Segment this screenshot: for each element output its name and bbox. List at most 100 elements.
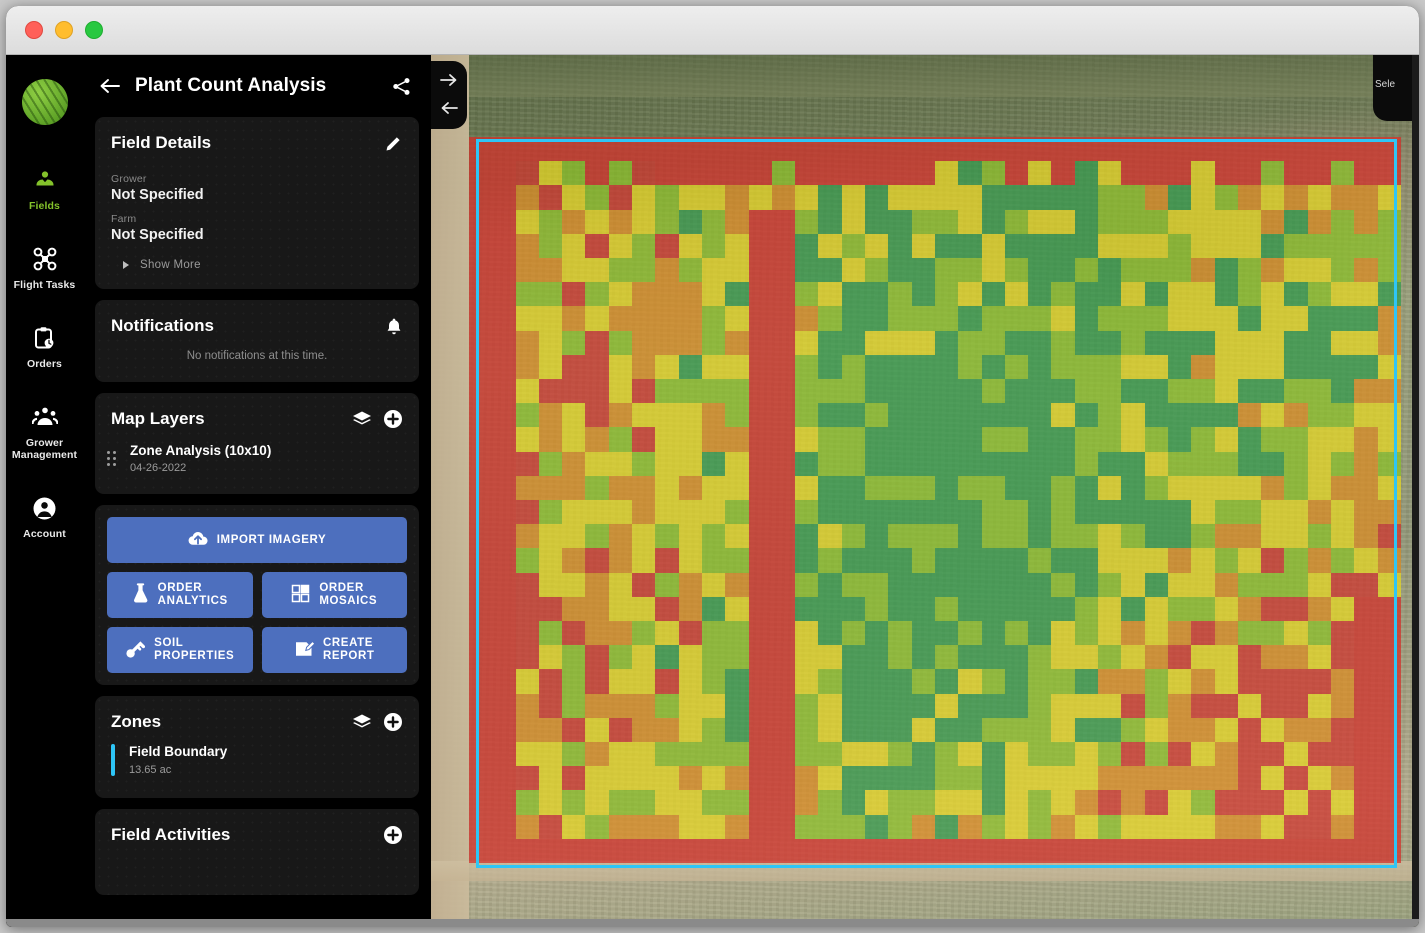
zone-cell[interactable]	[655, 572, 679, 597]
zone-cell[interactable]	[678, 596, 702, 621]
zone-cell[interactable]	[725, 354, 749, 379]
zone-cell[interactable]	[1028, 572, 1052, 597]
zone-cell[interactable]	[725, 233, 749, 258]
zone-cell[interactable]	[1028, 766, 1052, 791]
zone-cell[interactable]	[1237, 645, 1262, 670]
zone-cell[interactable]	[795, 548, 819, 573]
zone-cell[interactable]	[841, 354, 866, 379]
zone-cell[interactable]	[748, 354, 772, 379]
zone-cell[interactable]	[538, 233, 563, 258]
zone-cell[interactable]	[1144, 354, 1168, 379]
zone-cell[interactable]	[1214, 330, 1238, 355]
zone-cell[interactable]	[1191, 306, 1215, 331]
zone-cell[interactable]	[771, 790, 796, 815]
zone-cell[interactable]	[632, 838, 656, 863]
zone-cell[interactable]	[748, 427, 772, 452]
zone-cell[interactable]	[1331, 403, 1355, 428]
zone-analysis-grid[interactable]	[469, 137, 1401, 863]
zone-cell[interactable]	[1284, 717, 1308, 742]
zone-cell[interactable]	[841, 209, 866, 234]
zone-cell[interactable]	[934, 258, 959, 283]
zone-cell[interactable]	[934, 814, 959, 839]
zone-cell[interactable]	[492, 717, 516, 742]
zone-cell[interactable]	[818, 790, 842, 815]
zone-cell[interactable]	[1354, 233, 1378, 258]
zone-cell[interactable]	[585, 790, 609, 815]
zone-cell[interactable]	[1237, 548, 1262, 573]
zone-cell[interactable]	[1191, 669, 1215, 694]
zone-cell[interactable]	[1028, 838, 1052, 863]
zone-cell[interactable]	[865, 717, 889, 742]
zone-cell[interactable]	[1261, 233, 1285, 258]
zone-cell[interactable]	[725, 766, 749, 791]
zone-cell[interactable]	[492, 500, 516, 525]
zone-cell[interactable]	[1354, 572, 1378, 597]
zone-cell[interactable]	[818, 209, 842, 234]
zone-cell[interactable]	[469, 572, 493, 597]
zone-cell[interactable]	[958, 814, 982, 839]
zone-cell[interactable]	[1191, 621, 1215, 646]
zone-cell[interactable]	[865, 645, 889, 670]
zone-cell[interactable]	[1214, 717, 1238, 742]
zone-cell[interactable]	[1121, 766, 1145, 791]
zone-cell[interactable]	[1191, 572, 1215, 597]
zone-cell[interactable]	[1354, 596, 1378, 621]
zone-cell[interactable]	[1307, 838, 1332, 863]
zone-cell[interactable]	[1307, 330, 1332, 355]
zone-cell[interactable]	[632, 403, 656, 428]
zone-cell[interactable]	[562, 379, 586, 404]
zone-cell[interactable]	[562, 258, 586, 283]
zone-cell[interactable]	[1074, 354, 1099, 379]
zone-cell[interactable]	[1074, 548, 1099, 573]
zone-cell[interactable]	[1261, 693, 1285, 718]
zone-cell[interactable]	[1028, 717, 1052, 742]
zone-cell[interactable]	[888, 838, 912, 863]
zone-cell[interactable]	[1004, 693, 1029, 718]
zone-cell[interactable]	[678, 209, 702, 234]
zone-cell[interactable]	[1167, 814, 1192, 839]
zone-cell[interactable]	[1354, 161, 1378, 186]
zone-cell[interactable]	[818, 185, 842, 210]
zone-cell[interactable]	[1377, 693, 1401, 718]
zone-cell[interactable]	[1074, 451, 1099, 476]
zone-cell[interactable]	[1144, 766, 1168, 791]
zone-cell[interactable]	[841, 500, 866, 525]
zone-cell[interactable]	[1354, 693, 1378, 718]
zone-cell[interactable]	[1331, 209, 1355, 234]
zone-cell[interactable]	[1331, 524, 1355, 549]
zone-cell[interactable]	[911, 233, 935, 258]
zone-cell[interactable]	[701, 500, 726, 525]
zone-cell[interactable]	[538, 306, 563, 331]
zone-cell[interactable]	[469, 427, 493, 452]
zone-cell[interactable]	[1004, 524, 1029, 549]
zone-cell[interactable]	[911, 790, 935, 815]
zone-cell[interactable]	[492, 306, 516, 331]
zone-cell[interactable]	[818, 306, 842, 331]
zone-cell[interactable]	[538, 282, 563, 307]
zone-cell[interactable]	[1354, 137, 1378, 162]
zone-cell[interactable]	[1028, 475, 1052, 500]
zone-cell[interactable]	[1074, 645, 1099, 670]
zone-cell[interactable]	[1028, 427, 1052, 452]
zone-cell[interactable]	[1331, 814, 1355, 839]
zone-cell[interactable]	[1261, 524, 1285, 549]
share-icon[interactable]	[392, 77, 411, 96]
zone-cell[interactable]	[865, 524, 889, 549]
zone-cell[interactable]	[655, 451, 679, 476]
zone-cell[interactable]	[1144, 403, 1168, 428]
zone-cell[interactable]	[725, 330, 749, 355]
zone-cell[interactable]	[655, 306, 679, 331]
zone-cell[interactable]	[771, 838, 796, 863]
zone-cell[interactable]	[608, 354, 633, 379]
zone-cell[interactable]	[655, 596, 679, 621]
zone-cell[interactable]	[981, 209, 1005, 234]
zone-cell[interactable]	[888, 790, 912, 815]
zone-cell[interactable]	[958, 161, 982, 186]
zone-cell[interactable]	[795, 379, 819, 404]
zone-cell[interactable]	[1051, 209, 1075, 234]
zone-cell[interactable]	[562, 766, 586, 791]
zone-cell[interactable]	[1167, 669, 1192, 694]
zone-cell[interactable]	[1051, 233, 1075, 258]
zone-cell[interactable]	[515, 379, 539, 404]
zone-cell[interactable]	[1307, 379, 1332, 404]
